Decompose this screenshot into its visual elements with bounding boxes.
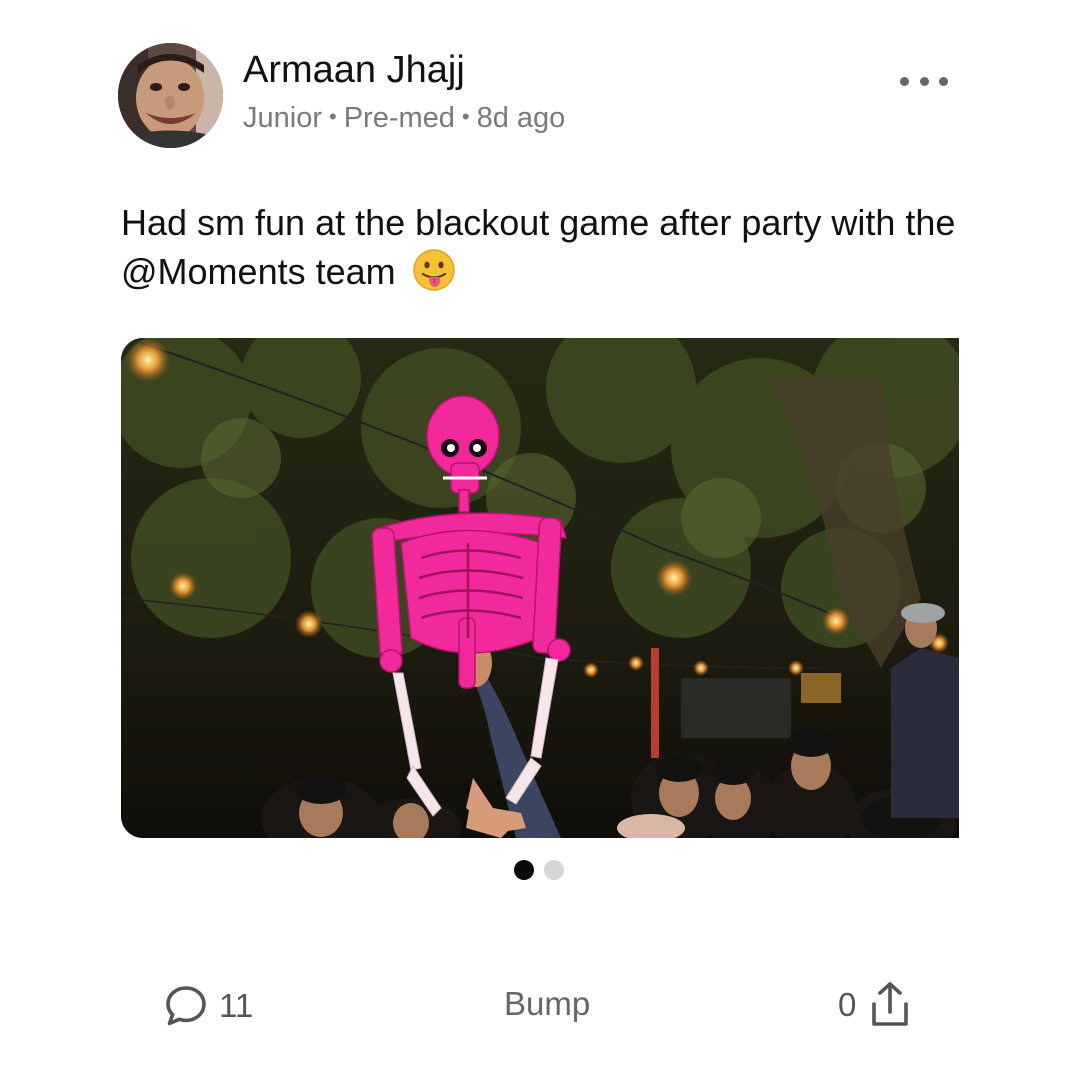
post-age: 8d ago	[476, 102, 566, 134]
post-body: Had sm fun at the blackout game after pa…	[121, 198, 961, 296]
author-avatar[interactable]	[118, 43, 223, 148]
share-button[interactable]: 0	[838, 980, 912, 1030]
share-count: 0	[838, 986, 857, 1023]
comment-count: 11	[219, 987, 254, 1024]
post-photo[interactable]	[121, 338, 959, 838]
comment-button[interactable]: 11	[163, 983, 253, 1029]
meta-separator: •	[329, 104, 337, 129]
author-name[interactable]: Armaan Jhajj	[243, 48, 465, 92]
pager-dot-active[interactable]	[514, 860, 534, 880]
author-year: Junior	[243, 102, 322, 134]
media-pager[interactable]	[514, 860, 564, 880]
meta-separator: •	[461, 104, 470, 129]
comment-bubble-icon	[166, 986, 206, 1026]
pager-dot[interactable]	[544, 860, 564, 880]
bump-button[interactable]: Bump	[504, 985, 590, 1023]
face-with-tongue-emoji	[412, 249, 455, 291]
post-text: Had sm fun at the blackout game after pa…	[121, 202, 956, 292]
more-options-icon[interactable]	[900, 66, 948, 96]
share-icon	[872, 982, 909, 1026]
author-major: Pre-med	[343, 102, 455, 134]
post-card: Armaan Jhajj Junior • Pre-med • 8d ago Had s…	[0, 0, 1080, 1080]
author-meta: Junior • Pre-med • 8d ago	[243, 100, 565, 138]
